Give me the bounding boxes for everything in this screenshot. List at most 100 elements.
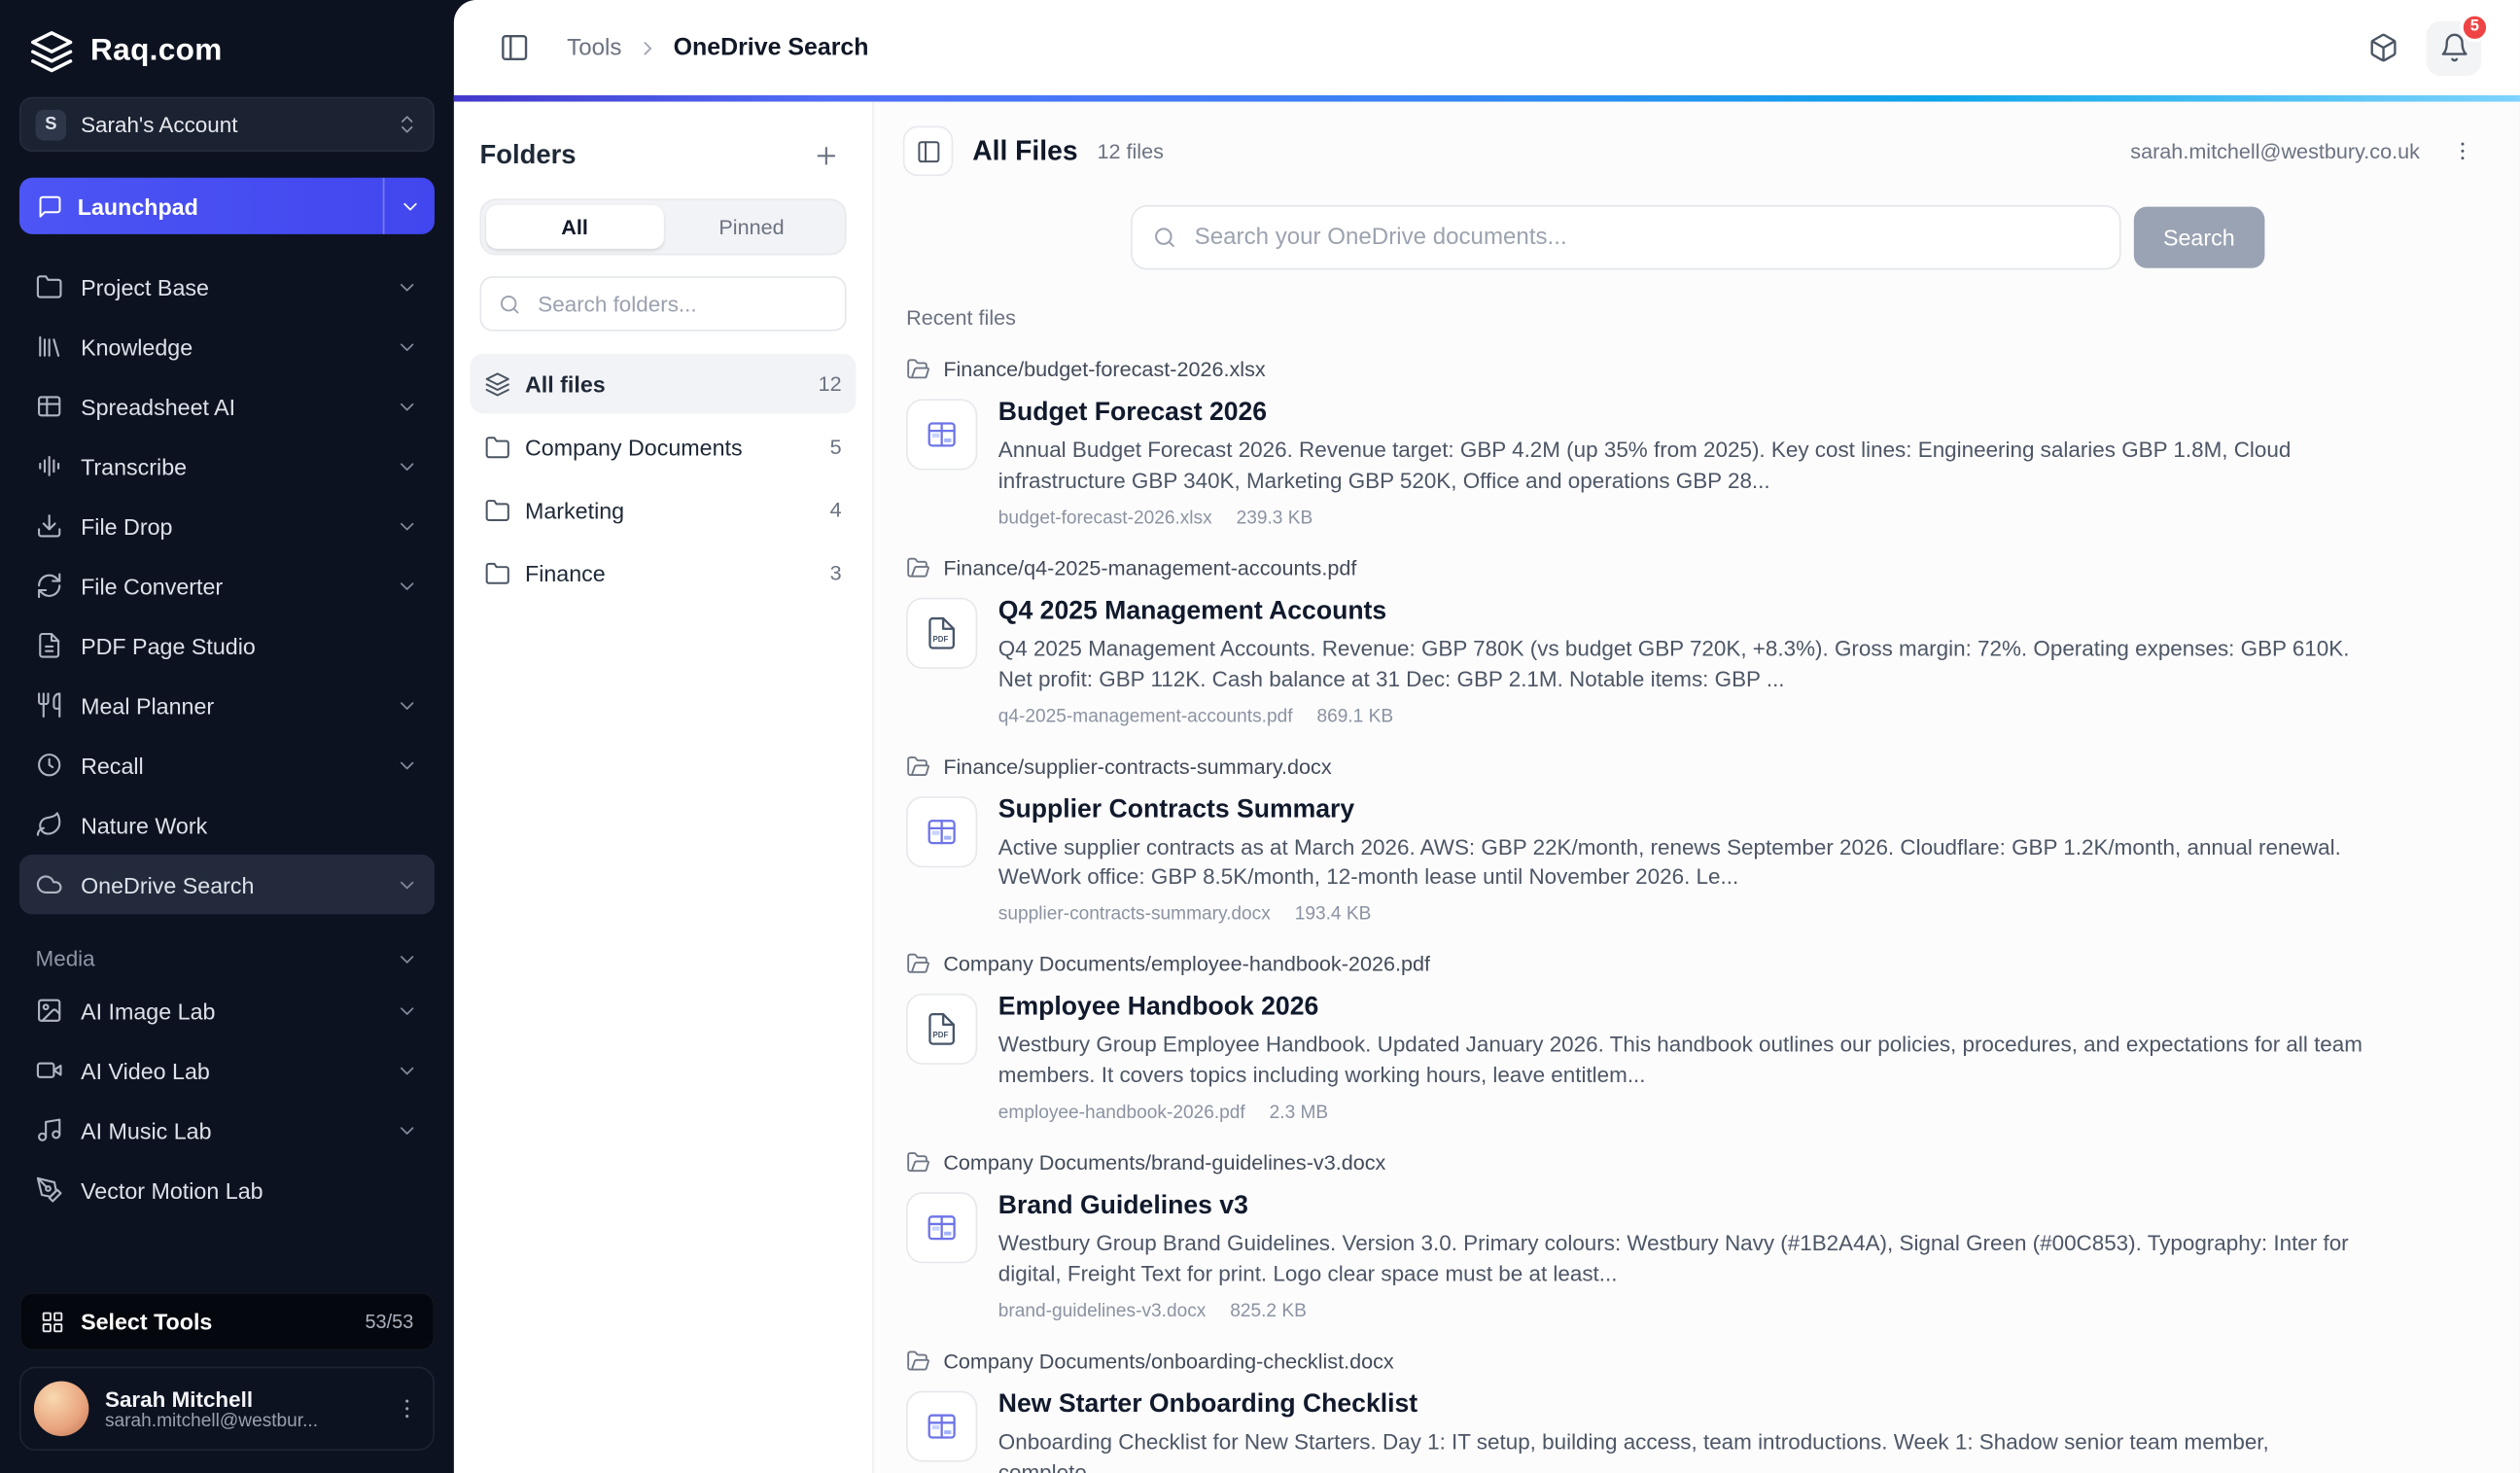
folder-item-finance[interactable]: Finance 3 (470, 543, 856, 602)
utensils-icon (36, 691, 63, 719)
folder-search-input[interactable] (535, 290, 828, 317)
drive-search (1130, 205, 2121, 269)
launchpad-label: Launchpad (78, 193, 198, 220)
file-card[interactable]: PDF Q4 2025 Management Accounts Q4 2025 … (906, 597, 2488, 726)
sidebar-item-knowledge[interactable]: Knowledge (19, 317, 435, 376)
file-path[interactable]: Company Documents/onboarding-checklist.d… (906, 1349, 2488, 1373)
sidebar-item-vector-motion-lab[interactable]: Vector Motion Lab (19, 1160, 435, 1219)
account-switcher[interactable]: S Sarah's Account (19, 97, 435, 152)
file-size: 2.3 MB (1270, 1104, 1329, 1123)
file-path[interactable]: Company Documents/brand-guidelines-v3.do… (906, 1150, 2488, 1175)
avatar (34, 1382, 88, 1436)
page-title: All Files (972, 135, 1077, 167)
file-type-icon (906, 795, 977, 866)
sidebar-item-pdf-page-studio[interactable]: PDF Page Studio (19, 615, 435, 675)
file-card[interactable]: Budget Forecast 2026 Annual Budget Forec… (906, 399, 2488, 528)
launchpad-button[interactable]: Launchpad (19, 178, 435, 234)
chevron-down-icon (396, 1119, 418, 1141)
file-description: Annual Budget Forecast 2026. Revenue tar… (998, 437, 2363, 498)
folder-open-icon (906, 1349, 930, 1373)
folders-panel: Folders All Pinned All files 12 Compa (454, 102, 874, 1473)
sidebar-item-spreadsheet-ai[interactable]: Spreadsheet AI (19, 376, 435, 436)
tools-count-badge: 53/53 (365, 1310, 413, 1332)
search-button[interactable]: Search (2134, 207, 2264, 268)
file-card[interactable]: Supplier Contracts Summary Active suppli… (906, 795, 2488, 925)
folder-item-marketing[interactable]: Marketing 4 (470, 479, 856, 539)
files-menu-button[interactable] (2439, 128, 2485, 174)
refresh-icon (36, 572, 63, 599)
sidebar-item-meal-planner[interactable]: Meal Planner (19, 676, 435, 735)
sidebar-item-nature-work[interactable]: Nature Work (19, 794, 435, 854)
sidebar-item-ai-music-lab[interactable]: AI Music Lab (19, 1100, 435, 1159)
clock-icon (36, 752, 63, 779)
sidebar-media-nav: AI Image Lab AI Video Lab AI Music Lab V… (19, 981, 435, 1220)
svg-text:PDF: PDF (933, 634, 949, 643)
file-path[interactable]: Finance/q4-2025-management-accounts.pdf (906, 555, 2488, 579)
integrations-button[interactable] (2355, 20, 2409, 75)
folder-open-icon (906, 357, 930, 381)
chevron-down-icon (396, 575, 418, 597)
media-section-toggle[interactable]: Media (19, 947, 435, 971)
app-root: Raq.com S Sarah's Account Launchpad Proj… (0, 0, 2520, 1473)
tab-pinned[interactable]: Pinned (663, 205, 840, 249)
file-title: Q4 2025 Management Accounts (998, 597, 2363, 626)
pen-icon (36, 1176, 63, 1204)
sidebar-item-ai-image-lab[interactable]: AI Image Lab (19, 981, 435, 1040)
file-title: Brand Guidelines v3 (998, 1192, 2363, 1221)
file-path[interactable]: Finance/budget-forecast-2026.xlsx (906, 357, 2488, 381)
file-entry: Company Documents/employee-handbook-2026… (906, 952, 2488, 1123)
profile-menu-icon[interactable] (394, 1396, 420, 1422)
music-icon (36, 1116, 63, 1143)
folder-count: 5 (830, 435, 842, 459)
sidebar-item-file-drop[interactable]: File Drop (19, 496, 435, 555)
chevron-down-icon (396, 754, 418, 776)
library-icon (36, 333, 63, 360)
collapse-panel-button[interactable] (903, 126, 954, 177)
plus-icon (812, 141, 839, 168)
grid-icon (41, 1310, 65, 1334)
file-description: Westbury Group Brand Guidelines. Version… (998, 1230, 2363, 1291)
file-card[interactable]: PDF Employee Handbook 2026 Westbury Grou… (906, 994, 2488, 1123)
folder-icon (484, 560, 510, 586)
file-type-icon (906, 1192, 977, 1263)
file-name: brand-guidelines-v3.docx (998, 1302, 1207, 1321)
breadcrumb-tools[interactable]: Tools (567, 35, 621, 61)
sidebar-item-transcribe[interactable]: Transcribe (19, 437, 435, 496)
file-card[interactable]: New Starter Onboarding Checklist Onboard… (906, 1390, 2488, 1473)
sidebar-item-project-base[interactable]: Project Base (19, 257, 435, 316)
folder-item-all-files[interactable]: All files 12 (470, 354, 856, 413)
breadcrumb-current: OneDrive Search (674, 34, 869, 61)
file-card[interactable]: Brand Guidelines v3 Westbury Group Brand… (906, 1192, 2488, 1321)
chevron-right-icon (636, 36, 658, 58)
ellipsis-vertical-icon (2450, 139, 2474, 163)
waveform-icon (36, 452, 63, 479)
add-folder-button[interactable] (804, 134, 846, 176)
file-path[interactable]: Company Documents/employee-handbook-2026… (906, 952, 2488, 976)
connected-account-email: sarah.mitchell@westbury.co.uk (2130, 139, 2420, 163)
sidebar-item-onedrive-search[interactable]: OneDrive Search (19, 855, 435, 914)
launchpad-expand-button[interactable] (383, 178, 435, 234)
sidebar-item-recall[interactable]: Recall (19, 735, 435, 794)
file-title: New Starter Onboarding Checklist (998, 1390, 2363, 1420)
sidebar-toggle-button[interactable] (486, 20, 541, 75)
brand-logo[interactable]: Raq.com (19, 26, 435, 75)
chevron-down-icon (396, 873, 418, 895)
svg-text:PDF: PDF (933, 1031, 949, 1039)
drive-search-input[interactable] (1130, 205, 2121, 269)
file-title: Budget Forecast 2026 (998, 399, 2363, 428)
sidebar-item-file-converter[interactable]: File Converter (19, 556, 435, 615)
sidebar-item-ai-video-lab[interactable]: AI Video Lab (19, 1040, 435, 1100)
profile-card[interactable]: Sarah Mitchell sarah.mitchell@westbur... (19, 1367, 435, 1451)
leaf-icon (36, 811, 63, 838)
file-path[interactable]: Finance/supplier-contracts-summary.docx (906, 754, 2488, 778)
search-icon (498, 292, 522, 316)
package-icon (2367, 32, 2398, 63)
panel-left-icon (499, 32, 530, 63)
file-entry: Company Documents/brand-guidelines-v3.do… (906, 1150, 2488, 1321)
select-tools-button[interactable]: Select Tools 53/53 (19, 1292, 435, 1350)
tab-all[interactable]: All (486, 205, 663, 249)
chevron-down-icon (396, 694, 418, 717)
topbar: Tools OneDrive Search 5 (454, 0, 2520, 95)
folder-item-company-documents[interactable]: Company Documents 5 (470, 417, 856, 476)
notifications-button[interactable]: 5 (2427, 20, 2481, 75)
